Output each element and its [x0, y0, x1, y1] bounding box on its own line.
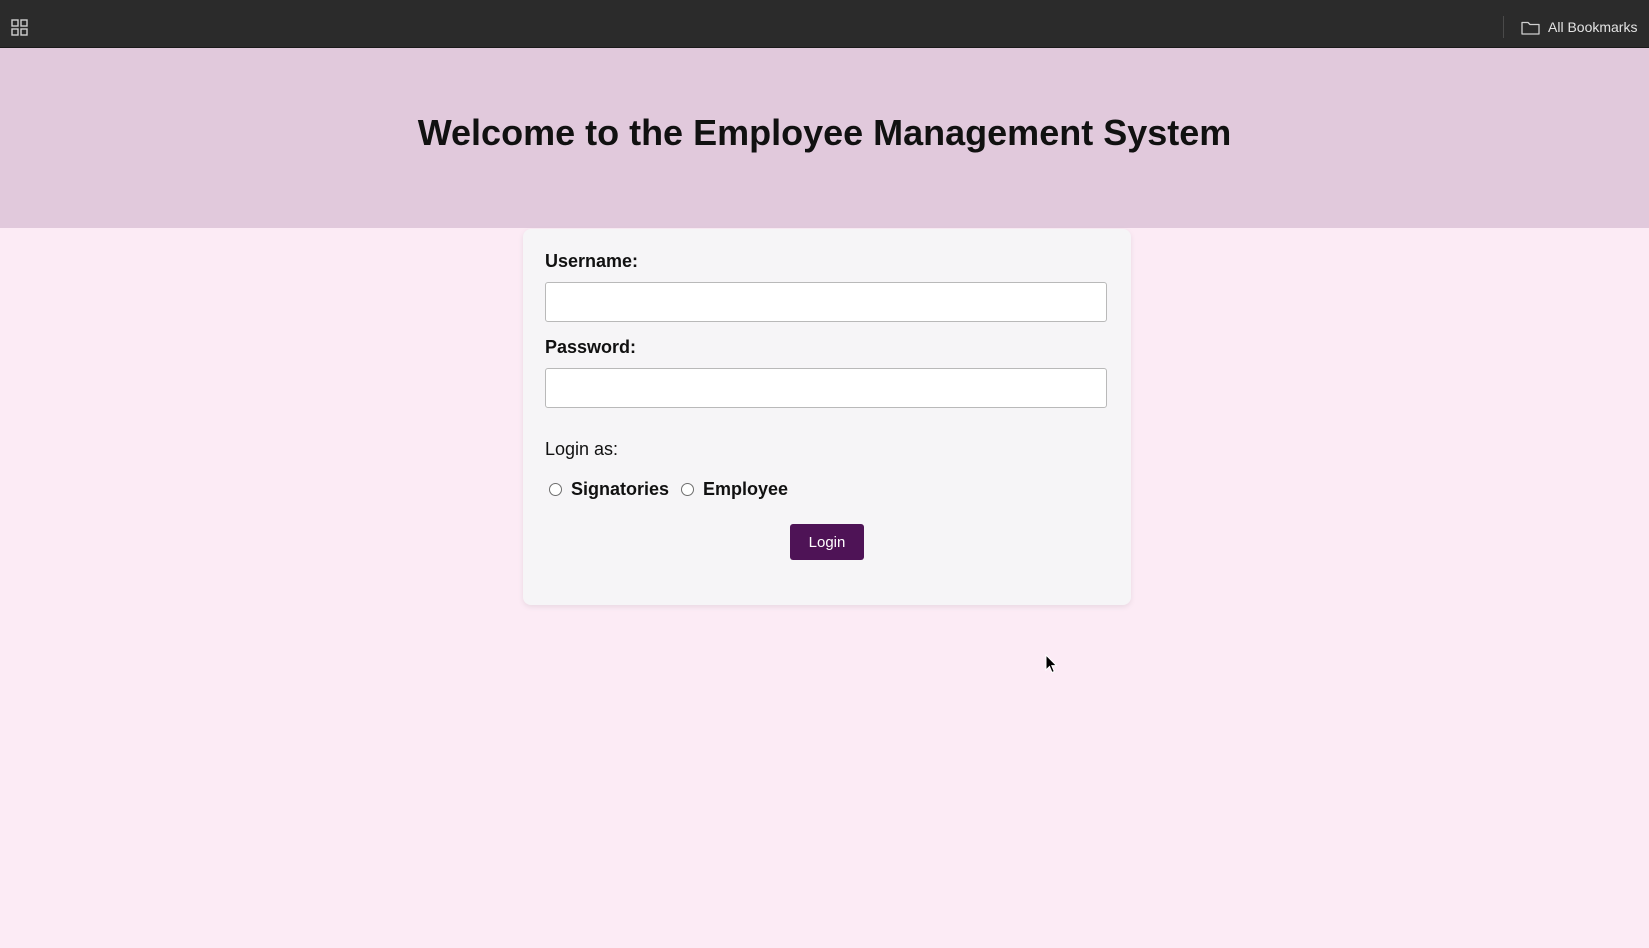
bookmarks-bar: All Bookmarks: [0, 0, 1649, 48]
username-input[interactable]: [545, 282, 1107, 322]
employee-radio[interactable]: [681, 483, 695, 496]
username-label: Username:: [545, 251, 639, 271]
role-radio-group: Signatories Employee: [549, 479, 800, 500]
all-bookmarks-label: All Bookmarks: [1548, 19, 1638, 35]
page-title: Welcome to the Employee Management Syste…: [417, 112, 1232, 153]
password-label: Password:: [545, 337, 637, 357]
folder-icon: [1521, 21, 1540, 35]
login-button[interactable]: Login: [790, 524, 864, 560]
login-card: Username: Password: Login as: Signatorie…: [523, 229, 1131, 605]
grid-icon[interactable]: [11, 19, 28, 36]
mouse-cursor-icon: [1045, 654, 1058, 674]
login-as-label: Login as:: [545, 439, 619, 459]
signatories-radio[interactable]: [549, 483, 562, 496]
password-input[interactable]: [545, 368, 1107, 408]
signatories-radio-label[interactable]: Signatories: [571, 479, 669, 500]
bookmarks-divider: [1503, 16, 1504, 38]
employee-radio-label[interactable]: Employee: [703, 479, 788, 500]
all-bookmarks-button[interactable]: All Bookmarks: [1521, 15, 1637, 39]
